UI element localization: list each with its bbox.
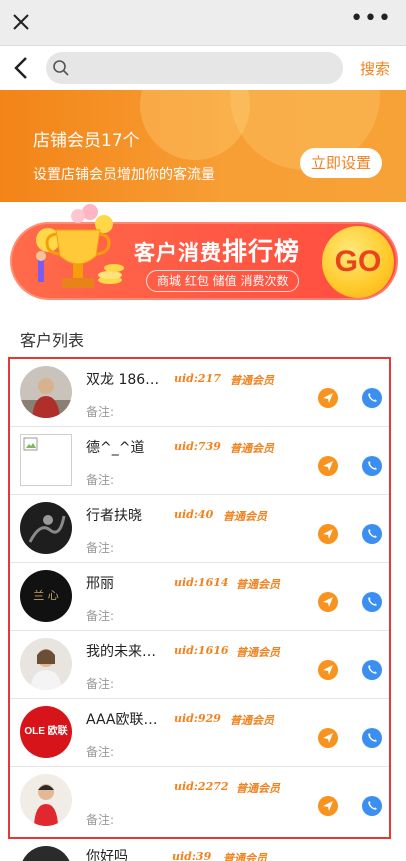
list-item[interactable]: 德^_^道 uid:739 普通会员 备注:: [10, 427, 389, 495]
ranking-banner[interactable]: 客户消费排行榜 商城 红包 储值 消费次数 GO: [8, 202, 398, 304]
customer-uid: uid:1614: [174, 576, 229, 589]
avatar: [20, 502, 72, 554]
customer-uid: uid:39: [172, 850, 212, 861]
trophy-icon: [36, 204, 124, 288]
customer-uid: uid:739: [174, 440, 221, 453]
member-level: 普通会员: [230, 442, 274, 455]
avatar-logo-text: OLE 欧联: [24, 726, 68, 737]
set-now-button[interactable]: 立即设置: [300, 148, 382, 178]
list-item[interactable]: 我的未来… uid:1616 普通会员 备注:: [10, 631, 389, 699]
send-message-icon[interactable]: [318, 524, 338, 544]
customer-uid: uid:1616: [174, 644, 229, 657]
customer-uid: uid:2272: [174, 780, 229, 793]
avatar: [20, 366, 72, 418]
send-message-icon[interactable]: [318, 660, 338, 680]
member-level: 普通会员: [223, 852, 267, 861]
send-message-icon[interactable]: [318, 796, 338, 816]
customer-uid: uid:40: [174, 508, 214, 521]
member-banner: 店铺会员17个 设置店铺会员增加你的客流量 立即设置: [0, 90, 406, 202]
customer-name: 双龙 1860…: [86, 372, 166, 388]
customer-name: 行者扶晓: [86, 508, 142, 524]
phone-call-icon[interactable]: [362, 592, 382, 612]
member-banner-subtitle: 设置店铺会员增加你的客流量: [33, 167, 215, 183]
customer-remark: 备注:: [86, 677, 115, 691]
list-item[interactable]: OLE 欧联 AAA欧联… uid:929 普通会员 备注:: [10, 699, 389, 767]
more-icon[interactable]: •••: [350, 6, 392, 31]
customer-name: 邢丽: [86, 576, 114, 592]
customer-remark: 备注:: [86, 405, 115, 419]
member-count-title: 店铺会员17个: [33, 131, 140, 151]
list-item[interactable]: 行者扶晓 uid:40 普通会员 备注:: [10, 495, 389, 563]
search-box[interactable]: [46, 52, 343, 84]
search-icon: [53, 60, 69, 76]
avatar: 兰 心: [20, 570, 72, 622]
customer-remark: 备注:: [86, 813, 115, 827]
search-row: 搜索: [0, 46, 406, 90]
member-level: 普通会员: [230, 714, 274, 727]
send-message-icon[interactable]: [318, 728, 338, 748]
list-item[interactable]: 双龙 1860… uid:217 普通会员 备注:: [10, 359, 389, 427]
avatar: [20, 846, 72, 861]
go-button[interactable]: GO: [322, 226, 394, 298]
customer-list-title: 客户列表: [20, 331, 85, 350]
member-level: 普通会员: [223, 510, 267, 523]
customer-list: 双龙 1860… uid:217 普通会员 备注: 德^_^道 uid:739 …: [8, 357, 391, 839]
member-level: 普通会员: [236, 782, 280, 795]
member-level: 普通会员: [236, 646, 280, 659]
avatar: [20, 774, 72, 826]
phone-call-icon[interactable]: [362, 728, 382, 748]
send-message-icon[interactable]: [318, 592, 338, 612]
customer-name: 德^_^道: [86, 440, 145, 456]
list-item[interactable]: 你好吗 uid:39 普通会员: [0, 842, 406, 861]
customer-name: 你好吗: [86, 849, 128, 861]
customer-remark: 备注:: [86, 473, 115, 487]
phone-call-icon[interactable]: [362, 796, 382, 816]
avatar: [20, 638, 72, 690]
customer-remark: 备注:: [86, 745, 115, 759]
avatar-logo-text: 兰 心: [33, 589, 59, 602]
list-item[interactable]: uid:2272 普通会员 备注:: [10, 767, 389, 835]
customer-name: AAA欧联…: [86, 712, 158, 728]
customer-name: 我的未来…: [86, 644, 156, 660]
avatar: OLE 欧联: [20, 706, 72, 758]
search-button[interactable]: 搜索: [360, 58, 390, 79]
customer-remark: 备注:: [86, 609, 115, 623]
avatar: [20, 434, 72, 486]
send-message-icon[interactable]: [318, 388, 338, 408]
phone-call-icon[interactable]: [362, 660, 382, 680]
member-level: 普通会员: [230, 374, 274, 387]
member-level: 普通会员: [236, 578, 280, 591]
ranking-tags: 商城 红包 储值 消费次数: [146, 270, 300, 292]
send-message-icon[interactable]: [318, 456, 338, 476]
list-item[interactable]: 兰 心 邢丽 uid:1614 普通会员 备注:: [10, 563, 389, 631]
ranking-title: 客户消费排行榜: [134, 237, 301, 266]
customer-uid: uid:217: [174, 372, 221, 385]
phone-call-icon[interactable]: [362, 524, 382, 544]
search-input[interactable]: [76, 56, 332, 80]
close-icon[interactable]: [8, 8, 34, 36]
phone-call-icon[interactable]: [362, 388, 382, 408]
customer-uid: uid:929: [174, 712, 221, 725]
customer-remark: 备注:: [86, 541, 115, 555]
top-bar: •••: [0, 0, 406, 46]
phone-call-icon[interactable]: [362, 456, 382, 476]
back-icon[interactable]: [12, 54, 32, 82]
